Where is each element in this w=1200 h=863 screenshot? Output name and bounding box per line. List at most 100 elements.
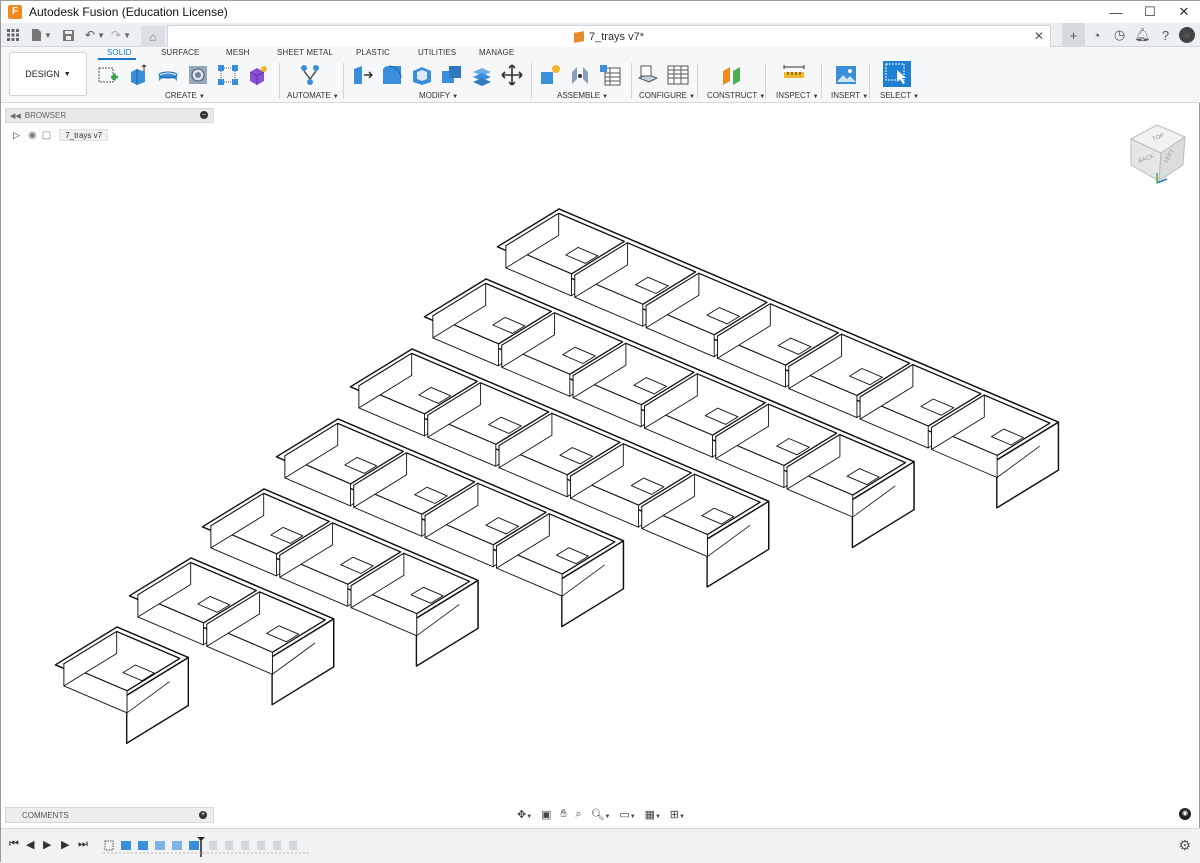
tab-surface[interactable]: SURFACE (161, 48, 200, 57)
viewports-icon[interactable]: ⊞▼ (670, 808, 685, 821)
extrude-icon[interactable] (127, 64, 149, 86)
user-avatar-icon[interactable]: ☻ (1179, 27, 1195, 43)
fusion-logo-icon: F (8, 5, 22, 19)
hole-icon[interactable] (187, 64, 209, 86)
press-pull-icon[interactable] (351, 64, 373, 86)
close-window-button[interactable]: ✕ (1167, 1, 1200, 23)
model-canvas[interactable] (1, 103, 1200, 803)
tab-solid[interactable]: SOLID (107, 48, 132, 57)
timeline-shell-icon[interactable] (155, 841, 165, 850)
document-cube-icon (573, 30, 584, 43)
modify-group-label[interactable]: MODIFY ▼ (419, 91, 458, 100)
automate-group-label[interactable]: AUTOMATE ▼ (287, 91, 339, 100)
select-group-label[interactable]: SELECT ▼ (880, 91, 919, 100)
display-settings-icon[interactable]: ▭▼ (619, 808, 635, 821)
zoom-icon[interactable]: 🔍︎▼ (591, 808, 611, 821)
document-tab[interactable]: 7_trays v7* ✕ (167, 25, 1051, 47)
insert-group-label[interactable]: INSERT ▼ (831, 91, 868, 100)
title-bar: F Autodesk Fusion (Education License) — … (1, 1, 1200, 23)
feedback-icon[interactable]: ◉ (1179, 808, 1191, 820)
configure-icon[interactable] (637, 64, 659, 86)
comments-label: COMMENTS (22, 810, 69, 820)
job-status-icon[interactable]: ◷ (1108, 23, 1131, 47)
zoom-window-icon[interactable]: ⌕ (575, 808, 581, 821)
timeline-extrude-icon[interactable] (138, 841, 148, 850)
step-forward-icon[interactable]: ▶ (61, 838, 69, 851)
workspace-switcher-button[interactable]: DESIGN ▼ (9, 52, 87, 96)
create-group-label[interactable]: CREATE ▼ (165, 91, 205, 100)
look-at-icon[interactable]: ▣ (541, 808, 551, 821)
timeline-extrude-icon[interactable] (121, 841, 131, 850)
construct-group-label[interactable]: CONSTRUCT ▼ (707, 91, 765, 100)
comments-panel[interactable]: COMMENTS + (5, 807, 214, 823)
configure-group-label[interactable]: CONFIGURE ▼ (639, 91, 695, 100)
fillet-icon[interactable] (381, 64, 403, 86)
minimize-button[interactable]: — (1099, 1, 1133, 23)
timeline-pattern-icon[interactable] (189, 841, 199, 850)
timeline-track[interactable] (101, 837, 311, 857)
home-tab-icon[interactable]: ⌂ (141, 26, 165, 47)
offset-face-icon[interactable] (471, 64, 493, 86)
tab-mesh[interactable]: MESH (226, 48, 250, 57)
select-icon[interactable] (883, 61, 911, 87)
pattern-icon[interactable] (217, 64, 239, 86)
orbit-icon[interactable]: ✥▼ (517, 808, 532, 821)
tab-utilities[interactable]: UTILITIES (418, 48, 456, 57)
joint-icon[interactable] (569, 64, 591, 86)
form-icon[interactable] (247, 64, 269, 86)
inspect-group-label[interactable]: INSPECT ▼ (776, 91, 819, 100)
tab-sheet-metal[interactable]: SHEET METAL (277, 48, 333, 57)
shell-icon[interactable] (411, 64, 433, 86)
configuration-table-icon[interactable] (667, 64, 689, 86)
fusion-window: F Autodesk Fusion (Education License) — … (0, 0, 1200, 863)
notifications-icon[interactable]: 🔔︎ (1131, 23, 1154, 47)
assemble-group-label[interactable]: ASSEMBLE ▼ (557, 91, 608, 100)
app-grid-icon[interactable] (7, 23, 19, 47)
add-comment-icon[interactable]: + (199, 811, 207, 819)
file-menu-icon[interactable]: ▼ (31, 23, 52, 47)
create-sketch-icon[interactable] (97, 64, 119, 86)
document-tab-title: 7_trays v7* (588, 30, 645, 43)
window-title: Autodesk Fusion (Education License) (29, 5, 228, 19)
play-icon[interactable]: ▶ (43, 838, 51, 851)
go-to-end-icon[interactable]: ⏭ (78, 838, 88, 851)
new-tab-icon[interactable]: + (1062, 23, 1085, 47)
ribbon-divider (821, 63, 822, 99)
ribbon-divider (765, 63, 766, 99)
bill-of-materials-icon[interactable] (599, 64, 621, 86)
ribbon-divider (869, 63, 870, 99)
help-icon[interactable]: ? (1154, 23, 1177, 47)
timeline-settings-gear-icon[interactable]: ⚙ (1178, 837, 1191, 854)
close-tab-icon[interactable]: ✕ (1034, 29, 1044, 43)
revolve-icon[interactable] (157, 64, 179, 86)
ribbon-divider (531, 63, 532, 99)
offset-plane-icon[interactable] (721, 64, 743, 86)
pan-icon[interactable]: ✋︎ (560, 808, 566, 821)
automate-icon[interactable] (299, 64, 321, 86)
ribbon-divider (697, 63, 698, 99)
maximize-button[interactable]: ☐ (1133, 1, 1167, 23)
tab-manage[interactable]: MANAGE (479, 48, 514, 57)
timeline-sketch-icon[interactable] (104, 840, 114, 851)
measure-icon[interactable] (783, 64, 805, 86)
go-to-start-icon[interactable]: ⏮ (9, 838, 19, 851)
redo-icon[interactable]: ↷ ▼ (111, 23, 131, 47)
timeline-fillet-icon[interactable] (172, 841, 182, 850)
extensions-icon[interactable]: ◔ (1085, 23, 1108, 47)
tab-plastic[interactable]: PLASTIC (356, 48, 390, 57)
move-icon[interactable] (501, 64, 523, 86)
toolbar-ribbon: DESIGN ▼ SOLID SURFACE MESH SHEET METAL P… (1, 47, 1200, 103)
combine-icon[interactable] (441, 64, 463, 86)
workspace-label: DESIGN (25, 69, 60, 79)
insert-image-icon[interactable] (835, 64, 857, 86)
step-back-icon[interactable]: ◀ (26, 838, 34, 851)
new-component-icon[interactable] (539, 64, 561, 86)
timeline-bar: ⏮ ◀ ▶ ▶ ⏭ ⚙ (1, 828, 1200, 863)
grid-settings-icon[interactable]: ▦▼ (645, 808, 661, 821)
ribbon-divider (279, 63, 280, 99)
save-icon[interactable] (63, 23, 74, 47)
top-right-tools: + ◔ ◷ 🔔︎ ? ☻ (1062, 23, 1200, 47)
ribbon-divider (343, 63, 344, 99)
undo-icon[interactable]: ↶ ▼ (85, 23, 105, 47)
viewcube-icon[interactable]: TOP BACK LEFT (1127, 119, 1189, 189)
